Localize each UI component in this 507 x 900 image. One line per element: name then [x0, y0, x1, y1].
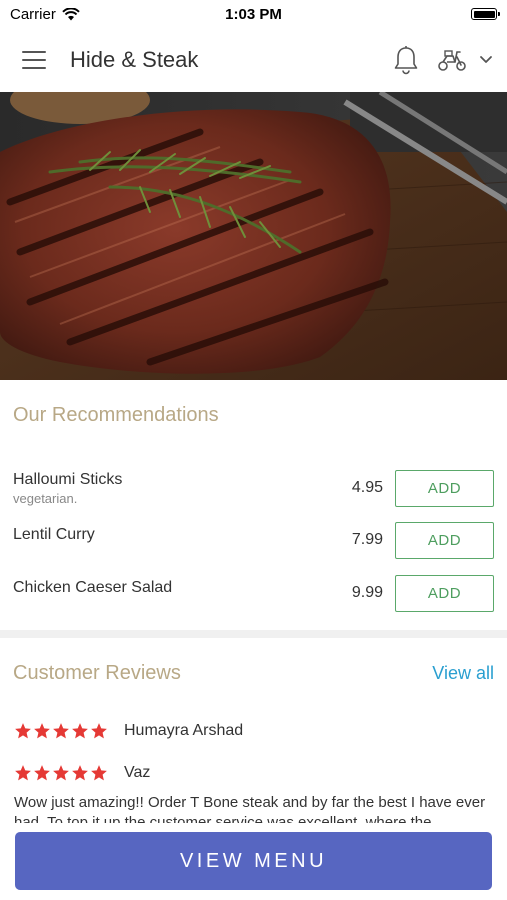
star-icon	[15, 765, 31, 781]
recommendations-section: Our Recommendations Halloumi Sticks vege…	[0, 380, 507, 630]
footer-bar: VIEW MENU	[0, 828, 507, 900]
hero-image	[0, 92, 507, 380]
menu-item-price: 9.99	[351, 584, 383, 601]
add-button[interactable]: ADD	[395, 469, 494, 507]
star-icon	[53, 723, 69, 739]
star-rating	[14, 764, 108, 782]
menu-item-row: Halloumi Sticks vegetarian. 4.95 ADD	[13, 468, 494, 508]
star-rating	[14, 722, 108, 740]
menu-icon[interactable]	[22, 51, 46, 69]
star-icon	[72, 723, 88, 739]
page-title: Hide & Steak	[70, 47, 199, 72]
add-button[interactable]: ADD	[395, 574, 494, 612]
wifi-icon	[62, 7, 80, 20]
menu-item-row: Chicken Caeser Salad 9.99 ADD	[13, 573, 494, 613]
reviewer-name: Humayra Arshad	[124, 722, 244, 739]
delivery-selector[interactable]	[437, 48, 493, 72]
star-icon	[15, 723, 31, 739]
view-all-link[interactable]: View all	[432, 663, 494, 684]
reviews-section: Customer Reviews View all Humayra Arshad…	[0, 638, 507, 828]
star-icon	[53, 765, 69, 781]
star-icon	[34, 723, 50, 739]
star-icon	[91, 765, 107, 781]
review-item: Humayra Arshad	[14, 722, 243, 740]
section-divider	[0, 630, 507, 638]
scooter-icon	[438, 50, 466, 71]
recommendations-title: Our Recommendations	[13, 404, 219, 426]
star-icon	[91, 723, 107, 739]
star-icon	[72, 765, 88, 781]
menu-item-price: 4.95	[351, 479, 383, 496]
reviewer-name: Vaz	[124, 764, 151, 781]
chevron-down-icon	[480, 56, 492, 63]
app-header: Hide & Steak	[0, 28, 507, 92]
menu-item-name: Halloumi Sticks	[13, 470, 123, 488]
carrier-label: Carrier	[10, 5, 56, 23]
menu-item-row: Lentil Curry 7.99 ADD	[13, 520, 494, 560]
review-item: Vaz	[14, 764, 150, 782]
add-button[interactable]: ADD	[395, 521, 494, 559]
menu-item-price: 7.99	[351, 531, 383, 548]
review-text: Wow just amazing!! Order T Bone steak an…	[14, 794, 486, 823]
status-bar: Carrier 1:03 PM	[0, 0, 507, 28]
view-menu-button[interactable]: VIEW MENU	[15, 832, 492, 890]
star-icon	[34, 765, 50, 781]
menu-item-name: Lentil Curry	[13, 526, 95, 543]
bell-icon[interactable]	[393, 45, 419, 75]
menu-item-description: vegetarian.	[13, 490, 78, 506]
menu-item-name: Chicken Caeser Salad	[13, 579, 173, 596]
battery-icon	[471, 8, 500, 20]
reviews-title: Customer Reviews	[13, 662, 181, 684]
